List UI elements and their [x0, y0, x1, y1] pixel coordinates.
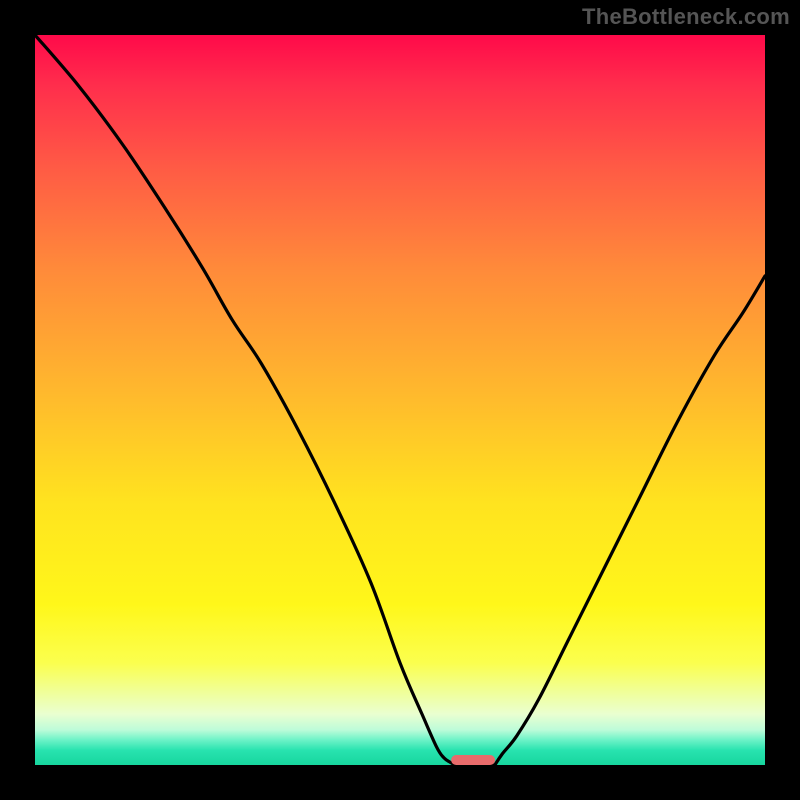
watermark-label: TheBottleneck.com — [582, 4, 790, 30]
bottleneck-curve — [35, 35, 765, 765]
optimal-point-marker — [451, 755, 495, 765]
curve-path — [35, 35, 765, 765]
chart-frame: TheBottleneck.com — [0, 0, 800, 800]
plot-area — [35, 35, 765, 765]
